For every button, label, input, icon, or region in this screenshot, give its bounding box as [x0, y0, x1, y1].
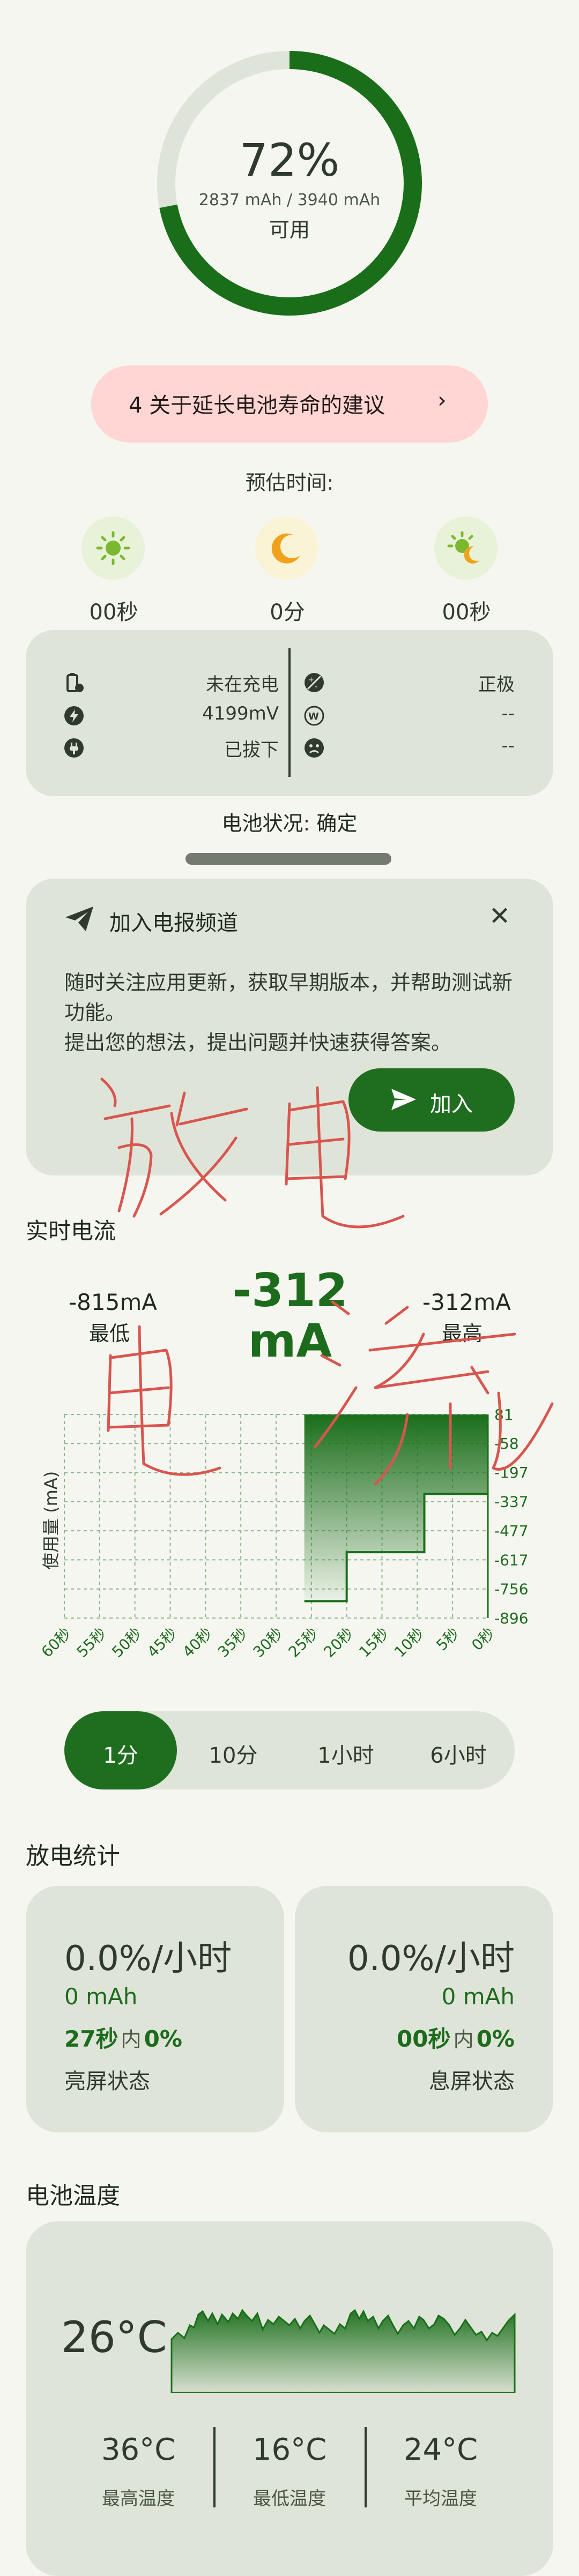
svg-text:+: +	[308, 676, 314, 684]
screen-on-time: 27秒	[64, 2026, 118, 2052]
x-tick-label: 25秒	[285, 1624, 321, 1661]
chart-ylabel: 使用量 (mA)	[41, 1471, 61, 1570]
screen-on-in: 内	[121, 2028, 142, 2051]
bolt-icon	[64, 706, 84, 725]
watt-icon: W	[304, 706, 324, 726]
voltage: 4199mV	[202, 703, 279, 724]
moon-icon	[255, 516, 318, 580]
realtime-max-value: -312mA	[422, 1289, 511, 1315]
temperature-current: 26°C	[61, 2312, 167, 2362]
discharge-title: 放电统计	[26, 1843, 120, 1870]
svg-text:-: -	[315, 683, 317, 691]
realtime-current-value: -312mA	[232, 1264, 348, 1368]
y-tick-label: -756	[494, 1581, 529, 1598]
temp-max-value: 36°C	[101, 2432, 176, 2467]
drag-handle[interactable]	[185, 853, 391, 865]
x-tick-label: 5秒	[433, 1624, 463, 1654]
realtime-max-label: 最高	[442, 1322, 483, 1345]
charge-state: 未在充电	[206, 674, 279, 695]
sun-moon-icon	[434, 516, 498, 580]
x-tick-label: 50秒	[108, 1624, 145, 1661]
y-tick-label: 81	[494, 1406, 514, 1424]
screen-on-rate: 0.0%/小时	[64, 1939, 232, 1979]
temp-divider	[213, 2427, 216, 2507]
range-option-6hour[interactable]: 6小时	[402, 1738, 515, 1769]
temp-min-value: 16°C	[252, 2432, 327, 2467]
realtime-min-label: 最低	[89, 1322, 130, 1345]
realtime-title: 实时电流	[26, 1218, 116, 1244]
x-tick-label: 45秒	[144, 1624, 180, 1661]
battery-tips-label: 4 关于延长电池寿命的建议	[129, 393, 385, 418]
estimate-mixed-value: 00秒	[442, 600, 491, 625]
x-tick-label: 55秒	[73, 1624, 109, 1661]
health-value: --	[501, 735, 515, 757]
realtime-min-value: -815mA	[69, 1289, 157, 1315]
polarity-value: 正极	[478, 674, 515, 695]
face-icon	[305, 738, 324, 758]
svg-text:W: W	[308, 711, 319, 722]
battery-health: 电池状况: 确定	[221, 812, 358, 835]
y-tick-label: -617	[494, 1551, 529, 1569]
x-tick-label: 35秒	[214, 1624, 251, 1661]
telegram-body: 随时关注应用更新，获取早期版本，并帮助测试新功能。 提出您的想法，提出问题并快速…	[64, 971, 513, 1054]
estimate-sleep-value: 0分	[270, 600, 305, 625]
screen-off-pct: 0%	[476, 2026, 515, 2052]
x-tick-label: 10秒	[391, 1624, 427, 1661]
battery-capacity: 2837 mAh / 3940 mAh	[198, 191, 381, 209]
current-chart: 81-58-197-337-477-617-756-896 60秒55秒50秒4…	[38, 1406, 529, 1661]
range-option-1min[interactable]: 1分	[64, 1738, 177, 1769]
screen-on-pct: 0%	[144, 2026, 182, 2052]
temperature-sparkline	[170, 2309, 516, 2393]
range-option-10min[interactable]: 10分	[177, 1738, 290, 1769]
temperature-title: 电池温度	[26, 2182, 120, 2210]
x-tick-label: 15秒	[355, 1624, 392, 1661]
temp-avg-value: 24°C	[403, 2432, 478, 2467]
y-tick-label: -58	[494, 1435, 519, 1452]
x-tick-label: 20秒	[320, 1624, 357, 1661]
screen-off-rate: 0.0%/小时	[347, 1939, 515, 1979]
polarity-icon: + -	[305, 673, 324, 692]
power-value: --	[501, 703, 515, 724]
screen-off-mah: 0 mAh	[441, 1983, 515, 2010]
screen-on-label: 亮屏状态	[64, 2069, 150, 2094]
x-tick-label: 30秒	[250, 1624, 286, 1661]
battery-charge-icon	[66, 673, 84, 692]
y-tick-label: -477	[494, 1522, 529, 1540]
telegram-title: 加入电报频道	[109, 911, 238, 935]
battery-percent: 72%	[239, 134, 340, 186]
current-area	[304, 1414, 488, 1601]
y-tick-label: -197	[494, 1464, 529, 1481]
screen-on-summary: 27秒 内 0%	[64, 2021, 182, 2054]
telegram-join-label: 加入	[430, 1092, 473, 1117]
close-icon[interactable]: ✕	[489, 901, 510, 931]
screen-off-time: 00秒	[397, 2026, 451, 2052]
plug-state: 已拔下	[224, 739, 279, 761]
temp-avg-label: 平均温度	[404, 2488, 477, 2510]
send-icon	[391, 1089, 416, 1110]
plug-icon	[64, 738, 84, 758]
temp-divider	[365, 2427, 367, 2507]
temperature-area	[170, 2309, 516, 2393]
y-tick-label: -337	[494, 1493, 529, 1511]
info-divider	[288, 648, 291, 777]
estimate-title: 预估时间:	[245, 471, 334, 495]
temp-min-label: 最低温度	[253, 2488, 326, 2510]
sun-icon	[81, 516, 145, 580]
x-tick-label: 0秒	[468, 1624, 498, 1654]
x-tick-label: 40秒	[179, 1624, 216, 1661]
chevron-right-icon: ›	[437, 387, 447, 413]
y-tick-label: -896	[494, 1609, 529, 1627]
range-option-1hour[interactable]: 1小时	[290, 1738, 402, 1769]
send-icon	[65, 907, 93, 931]
temp-max-label: 最高温度	[102, 2488, 175, 2510]
screen-off-summary: 00秒 内 0%	[332, 2021, 515, 2054]
screen-off-label: 息屏状态	[429, 2069, 515, 2094]
screen-off-in: 内	[453, 2028, 474, 2051]
x-tick-label: 60秒	[38, 1624, 75, 1661]
estimate-screen-on-value: 00秒	[89, 600, 138, 625]
screen-on-mah: 0 mAh	[64, 1983, 138, 2010]
battery-status: 可用	[269, 218, 310, 242]
